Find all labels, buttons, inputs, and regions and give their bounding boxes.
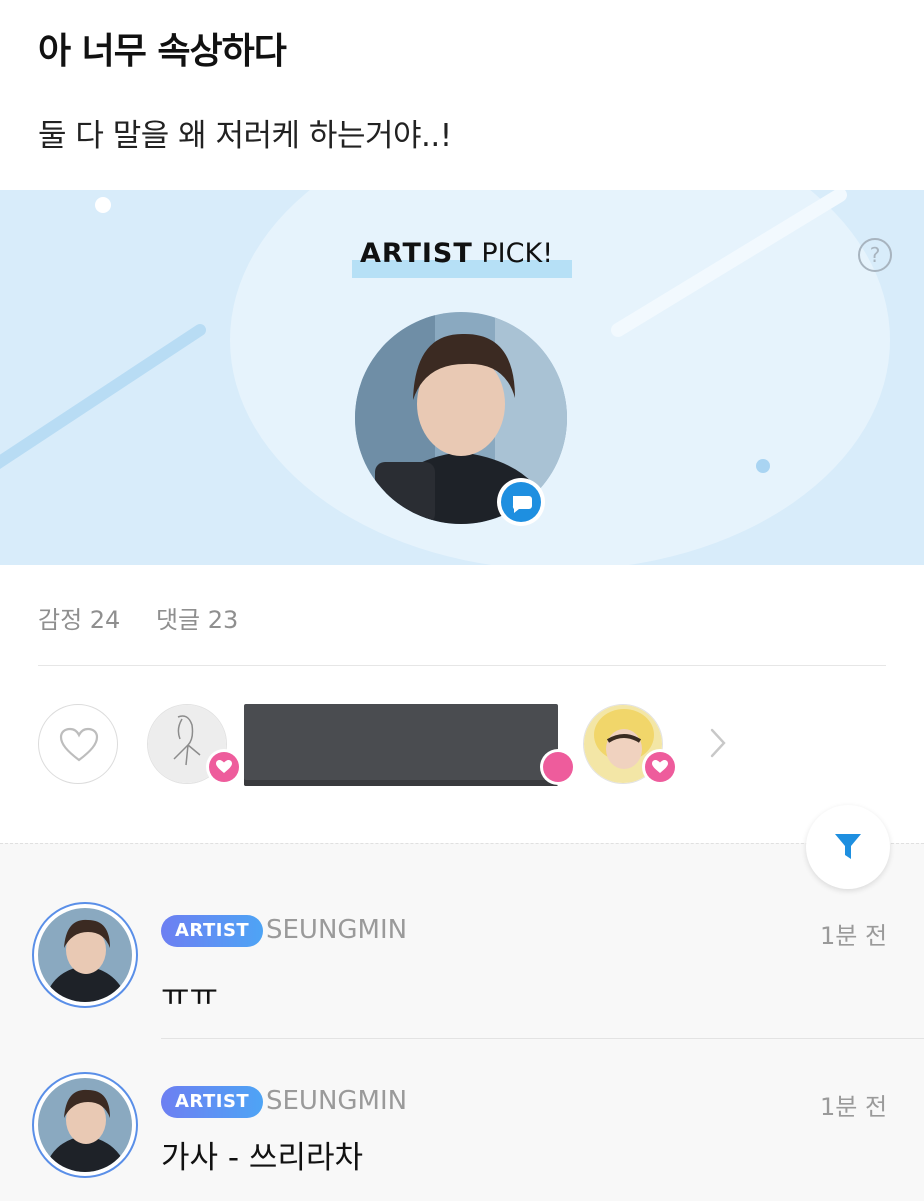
commenter-name[interactable]: SEUNGMIN <box>266 915 407 945</box>
avatar[interactable] <box>32 1072 138 1178</box>
comment-time: 1분 전 <box>820 1093 888 1121</box>
artist-badge: ARTIST <box>161 1086 264 1118</box>
comment-count[interactable]: 댓글 23 <box>156 606 238 634</box>
artist-pick-title: ARTIST PICK! <box>352 238 572 280</box>
post-header: 아 너무 속상하다 둘 다 말을 왜 저러케 하는거야..! <box>0 0 924 190</box>
question-circle-icon[interactable]: ? <box>858 238 892 272</box>
post-body: 둘 다 말을 왜 저러케 하는거야..! <box>38 118 452 154</box>
emotion-count[interactable]: 감정 24 <box>38 606 120 634</box>
reaction-badge <box>540 749 576 785</box>
commenter-name[interactable]: SEUNGMIN <box>266 1086 407 1116</box>
like-button[interactable] <box>38 704 118 784</box>
chevron-right-icon[interactable] <box>706 726 730 760</box>
chat-bubble-icon <box>512 496 532 513</box>
filter-button[interactable] <box>806 805 890 889</box>
pick-title-regular: PICK! <box>472 238 554 269</box>
pick-title-bold: ARTIST <box>360 238 473 269</box>
divider <box>38 665 886 666</box>
comment-divider <box>161 1038 924 1039</box>
avatar[interactable] <box>32 902 138 1008</box>
comment-text: 가사 - 쓰리라차 <box>161 1140 364 1176</box>
heart-outline-icon <box>59 727 99 762</box>
heart-filled-icon <box>216 760 232 773</box>
heart-filled-icon <box>652 760 668 773</box>
comment-text: ㅠㅠ <box>161 978 219 1014</box>
artist-badge: ARTIST <box>161 915 264 947</box>
reaction-badge <box>206 749 242 785</box>
chat-badge <box>497 478 545 526</box>
funnel-icon <box>835 834 861 859</box>
reaction-row <box>0 700 924 790</box>
post-title: 아 너무 속상하다 <box>38 31 287 72</box>
artist-pick-banner: ARTIST PICK! ? <box>0 190 924 565</box>
post-stats: 감정 24 댓글 23 <box>38 600 266 635</box>
comment-time: 1분 전 <box>820 922 888 950</box>
redacted-area <box>244 704 558 786</box>
reaction-badge <box>642 749 678 785</box>
comment-list <box>0 843 924 1201</box>
